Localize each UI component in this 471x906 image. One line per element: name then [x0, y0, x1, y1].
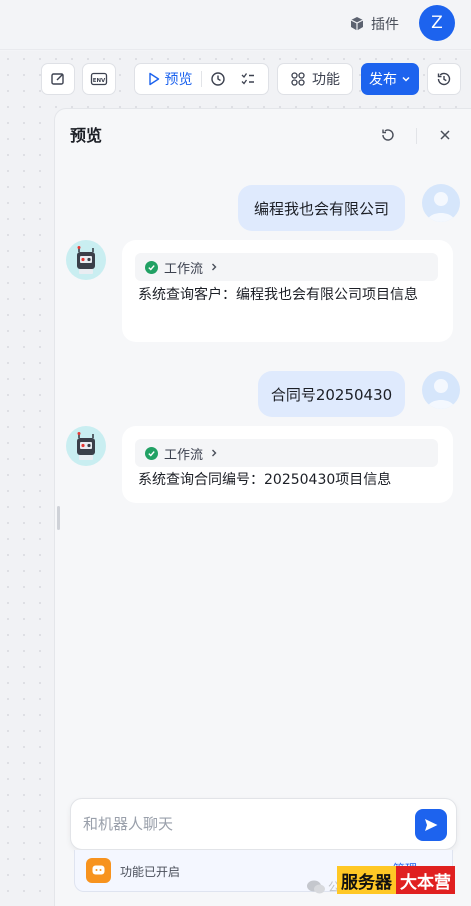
- chat-bubble-icon: [92, 865, 105, 875]
- top-bar: 插件 Z: [0, 0, 471, 50]
- preview-button[interactable]: 预览: [148, 69, 193, 89]
- send-icon: [425, 819, 438, 831]
- user-avatar: [422, 184, 460, 222]
- edit-box-icon: [51, 73, 64, 85]
- user-avatar: [422, 371, 460, 409]
- robot-icon: [77, 432, 95, 460]
- preview-label: 预览: [164, 72, 193, 88]
- bot-avatar: [66, 426, 106, 466]
- check-icon: [145, 446, 158, 460]
- features-button[interactable]: 功能: [277, 63, 353, 95]
- user-avatar-button[interactable]: Z: [419, 5, 455, 41]
- chevron-right-icon: [212, 449, 217, 457]
- chat-input[interactable]: [83, 813, 403, 835]
- feature-status-label: 功能已开启: [120, 865, 181, 879]
- run-history-icon[interactable]: [210, 71, 226, 87]
- preview-group: 预览: [134, 63, 269, 95]
- toolbar-separator: [200, 71, 202, 87]
- version-history-button[interactable]: [427, 63, 461, 95]
- chevron-down-icon: [402, 76, 410, 82]
- env-icon: ENV: [90, 72, 108, 86]
- publish-label: 发布: [369, 72, 397, 88]
- panel-resize-handle[interactable]: [57, 506, 60, 530]
- bot-message-text: 系统查询合同编号：20250430项目信息: [138, 472, 392, 488]
- apps-icon: [291, 72, 305, 86]
- workflow-label: 工作流: [164, 261, 204, 277]
- play-icon: [148, 72, 159, 86]
- panel-title: 预览: [70, 126, 103, 145]
- workflow-chip[interactable]: 工作流: [135, 439, 438, 467]
- bot-avatar: [66, 240, 106, 280]
- send-button[interactable]: [415, 809, 447, 841]
- check-icon: [145, 260, 158, 274]
- refresh-icon: [382, 129, 394, 141]
- publish-button[interactable]: 发布: [361, 63, 419, 95]
- robot-icon: [77, 246, 95, 274]
- panel-header-divider: [416, 128, 417, 144]
- checklist-icon[interactable]: [240, 71, 256, 87]
- history-icon: [437, 72, 451, 86]
- watermark-badge-left: 服务器: [337, 866, 396, 894]
- comment-button[interactable]: [41, 63, 75, 95]
- plugin-link[interactable]: 插件: [349, 13, 399, 35]
- workflow-label: 工作流: [164, 447, 204, 463]
- reset-chat-button[interactable]: [380, 127, 396, 143]
- user-message-text: 编程我也会有限公司: [253, 199, 389, 218]
- workflow-chip[interactable]: 工作流: [135, 253, 438, 281]
- user-message: 编程我也会有限公司: [238, 185, 405, 231]
- bot-message-text: 系统查询客户：编程我也会有限公司项目信息: [138, 287, 418, 303]
- chevron-right-icon: [212, 263, 217, 271]
- env-button[interactable]: ENV: [82, 63, 116, 95]
- chat-composer: [70, 798, 457, 850]
- feature-icon: [86, 858, 111, 883]
- person-icon: [427, 192, 455, 222]
- person-icon: [427, 379, 455, 409]
- close-panel-button[interactable]: [437, 127, 453, 143]
- user-message-text: 合同号20250430: [270, 385, 393, 404]
- wechat-icon: [307, 880, 325, 894]
- user-initial: Z: [431, 13, 443, 33]
- plugin-label: 插件: [371, 17, 399, 33]
- features-label: 功能: [312, 72, 340, 88]
- cube-icon: [350, 17, 364, 31]
- svg-text:ENV: ENV: [93, 78, 106, 84]
- user-message: 合同号20250430: [258, 371, 405, 417]
- watermark-badge-right: 大本营: [396, 866, 455, 894]
- bot-message: 工作流 系统查询客户：编程我也会有限公司项目信息: [122, 240, 453, 342]
- watermark-badge: 服务器 大本营: [337, 866, 455, 894]
- close-icon: [440, 130, 450, 140]
- bot-message: 工作流 系统查询合同编号：20250430项目信息: [122, 426, 453, 503]
